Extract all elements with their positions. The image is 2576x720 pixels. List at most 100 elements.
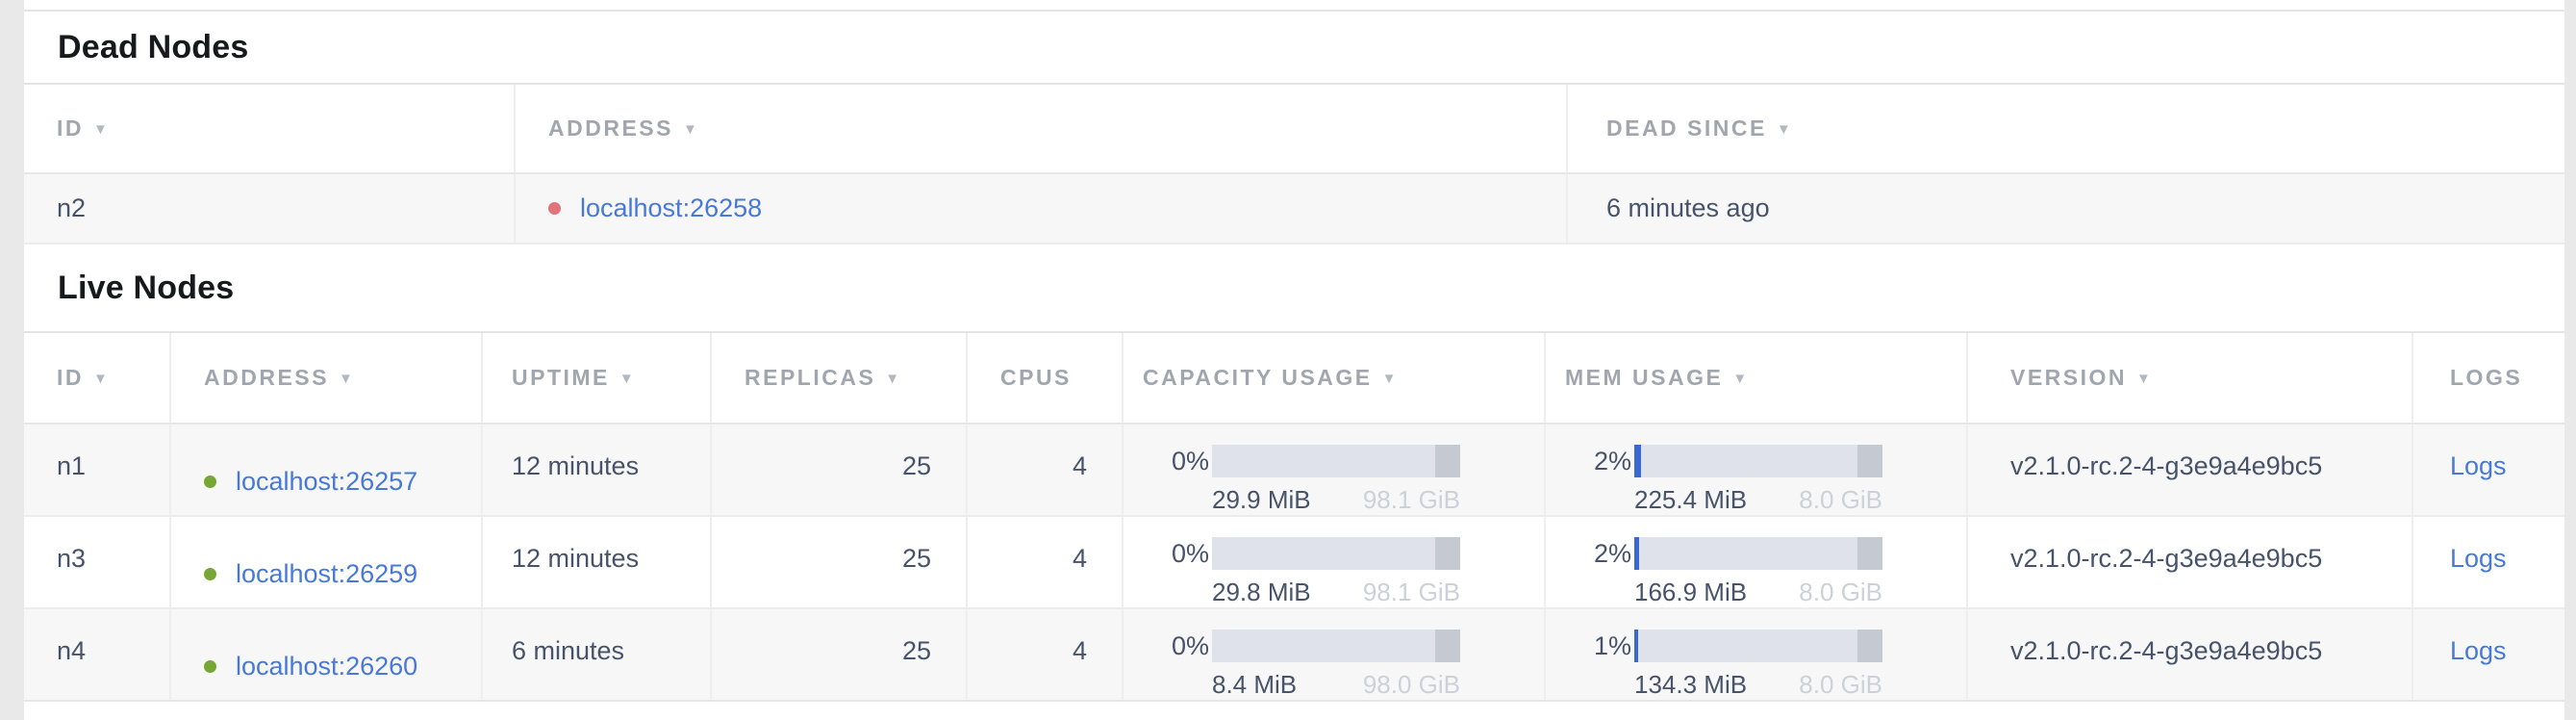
logs-link[interactable]: Logs [2450,451,2507,480]
capacity-usage-cell: 0% 8.4 MiB 98.0 GiB [1122,609,1544,700]
bar-endcap [1857,445,1882,477]
bar-endcap [1857,537,1882,570]
live-status-dot-icon [204,568,216,580]
node-uptime: 6 minutes [481,609,710,700]
mem-used-fill [1634,630,1638,662]
column-header-mem-usage[interactable]: MEM USAGE ▼ [1544,333,1966,423]
dead-status-dot-icon [548,202,561,215]
live-status-dot-icon [204,660,216,673]
node-uptime: 12 minutes [481,517,710,607]
sort-desc-icon: ▼ [93,121,110,138]
mem-usage-cell: 1% 134.3 MiB 8.0 GiB [1544,609,1966,700]
node-replicas: 25 [710,424,966,515]
logs-cell: Logs [2412,609,2564,700]
capacity-total-label: 98.0 GiB [1363,669,1460,700]
node-replicas: 25 [710,517,966,607]
dead-node-row-n2: n2 localhost:26258 6 minutes ago [24,174,2564,244]
capacity-percent: 0% [1143,447,1212,476]
bar-endcap [1857,630,1882,662]
sort-desc-icon: ▼ [1777,121,1793,138]
node-address-link[interactable]: localhost:26258 [580,193,762,223]
node-cpus: 4 [966,609,1122,700]
node-cpus: 4 [966,424,1122,515]
dead-nodes-title: Dead Nodes [58,29,249,66]
column-header-id[interactable]: ID ▼ [24,85,514,172]
bar-endcap [1435,445,1460,477]
column-header-version[interactable]: VERSION ▼ [1966,333,2412,423]
live-nodes-title-block: Live Nodes [24,244,2564,333]
node-address-cell: localhost:26259 [169,517,481,607]
capacity-percent: 0% [1143,539,1212,569]
column-header-logs: LOGS [2412,333,2564,423]
dead-nodes-section: Dead Nodes ID ▼ ADDRESS ▼ DEAD SINCE ▼ n… [24,12,2564,244]
node-version: v2.1.0-rc.2-4-g3e9a4e9bc5 [1966,424,2412,515]
node-uptime: 12 minutes [481,424,710,515]
node-address-link[interactable]: localhost:26259 [236,556,417,591]
logs-link[interactable]: Logs [2450,636,2507,665]
mem-total-label: 8.0 GiB [1799,484,1882,515]
mem-usage-cell: 2% 225.4 MiB 8.0 GiB [1544,424,1966,515]
column-header-address[interactable]: ADDRESS ▼ [514,85,1566,172]
node-id: n2 [24,174,514,243]
sort-desc-icon: ▼ [1382,371,1399,387]
dead-nodes-title-block: Dead Nodes [24,12,2564,85]
sort-desc-icon: ▼ [1732,371,1749,387]
dead-since-value: 6 minutes ago [1566,174,2564,243]
capacity-usage-bar [1212,630,1460,662]
capacity-usage-bar [1212,537,1460,570]
node-id: n4 [24,609,169,700]
capacity-used-label: 29.9 MiB [1212,484,1311,515]
live-node-row-n1: n1 localhost:26257 12 minutes 25 4 0% 29… [24,424,2564,517]
live-nodes-header-row: ID ▼ ADDRESS ▼ UPTIME ▼ REPLICAS ▼ CPUS … [24,333,2564,424]
capacity-total-label: 98.1 GiB [1363,577,1460,607]
capacity-used-label: 29.8 MiB [1212,577,1311,607]
bar-endcap [1435,630,1460,662]
live-node-row-n4: n4 localhost:26260 6 minutes 25 4 0% 8.4… [24,609,2564,702]
logs-link[interactable]: Logs [2450,544,2507,573]
sort-desc-icon: ▼ [885,371,901,387]
live-nodes-section: Live Nodes ID ▼ ADDRESS ▼ UPTIME ▼ REPLI… [24,244,2564,702]
live-nodes-title: Live Nodes [58,270,234,307]
bar-endcap [1435,537,1460,570]
capacity-usage-cell: 0% 29.9 MiB 98.1 GiB [1122,424,1544,515]
dead-nodes-header-row: ID ▼ ADDRESS ▼ DEAD SINCE ▼ [24,85,2564,174]
node-address-cell: localhost:26258 [514,174,1566,243]
column-header-replicas[interactable]: REPLICAS ▼ [710,333,966,423]
capacity-percent: 0% [1143,631,1212,661]
node-replicas: 25 [710,609,966,700]
mem-percent: 2% [1565,539,1634,569]
node-id: n3 [24,517,169,607]
mem-total-label: 8.0 GiB [1799,577,1882,607]
mem-usage-bar [1634,445,1882,477]
logs-cell: Logs [2412,424,2564,515]
mem-usage-bar [1634,630,1882,662]
column-header-id[interactable]: ID ▼ [24,333,169,423]
column-header-uptime[interactable]: UPTIME ▼ [481,333,710,423]
nodes-overview-page: Dead Nodes ID ▼ ADDRESS ▼ DEAD SINCE ▼ n… [24,0,2564,720]
node-version: v2.1.0-rc.2-4-g3e9a4e9bc5 [1966,609,2412,700]
node-address-link[interactable]: localhost:26257 [236,464,417,499]
capacity-used-label: 8.4 MiB [1212,669,1297,700]
node-address-link[interactable]: localhost:26260 [236,649,417,683]
mem-usage-cell: 2% 166.9 MiB 8.0 GiB [1544,517,1966,607]
mem-usage-bar [1634,537,1882,570]
mem-percent: 2% [1565,447,1634,476]
node-address-cell: localhost:26260 [169,609,481,700]
previous-section-edge [24,0,2564,12]
mem-percent: 1% [1565,631,1634,661]
capacity-total-label: 98.1 GiB [1363,484,1460,515]
live-node-row-n3: n3 localhost:26259 12 minutes 25 4 0% 29… [24,517,2564,609]
column-header-address[interactable]: ADDRESS ▼ [169,333,481,423]
column-header-cpus[interactable]: CPUS [966,333,1122,423]
column-header-capacity-usage[interactable]: CAPACITY USAGE ▼ [1122,333,1544,423]
capacity-usage-cell: 0% 29.8 MiB 98.1 GiB [1122,517,1544,607]
node-address-cell: localhost:26257 [169,424,481,515]
sort-desc-icon: ▼ [2136,371,2153,387]
logs-cell: Logs [2412,517,2564,607]
mem-used-fill [1634,537,1639,570]
mem-used-label: 134.3 MiB [1634,669,1747,700]
sort-desc-icon: ▼ [339,371,355,387]
column-header-dead-since[interactable]: DEAD SINCE ▼ [1566,85,2564,172]
node-id: n1 [24,424,169,515]
node-version: v2.1.0-rc.2-4-g3e9a4e9bc5 [1966,517,2412,607]
